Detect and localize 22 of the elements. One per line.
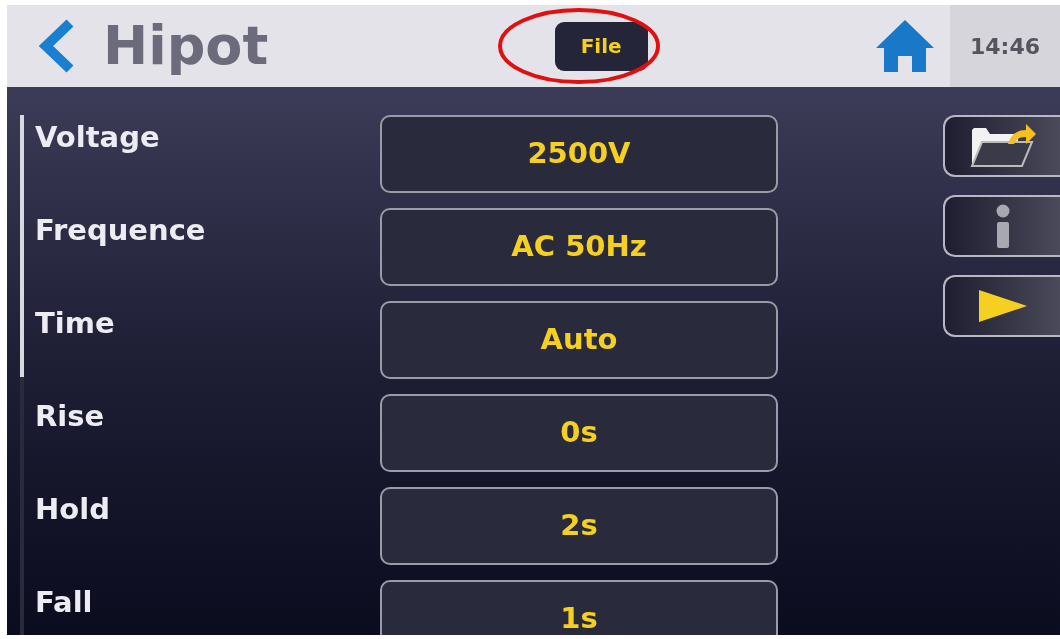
page-title: Hipot (103, 19, 269, 73)
parameter-label: Rise (35, 398, 106, 435)
value-field[interactable]: Auto (380, 301, 778, 379)
clock-time: 14:46 (970, 32, 1040, 61)
info-button[interactable] (943, 195, 1060, 257)
parameter-label: Frequence (35, 212, 207, 249)
info-icon (995, 204, 1010, 248)
open-folder-button[interactable] (943, 115, 1060, 177)
value-field[interactable]: 0s (380, 394, 778, 472)
file-button[interactable]: File (554, 21, 648, 71)
value-field[interactable]: 2s (380, 487, 778, 565)
parameter-label: Hold (35, 491, 111, 528)
parameter-label: Fall (35, 584, 94, 621)
home-icon[interactable] (874, 18, 936, 74)
parameter-label: Voltage (35, 119, 161, 156)
scrollbar-thumb[interactable] (20, 115, 24, 377)
play-icon (977, 290, 1028, 322)
parameter-label: Time (35, 305, 116, 342)
value-field[interactable]: 1s (380, 580, 778, 635)
play-button[interactable] (943, 275, 1060, 337)
value-field[interactable]: AC 50Hz (380, 208, 778, 286)
value-field[interactable]: 2500V (380, 115, 778, 193)
